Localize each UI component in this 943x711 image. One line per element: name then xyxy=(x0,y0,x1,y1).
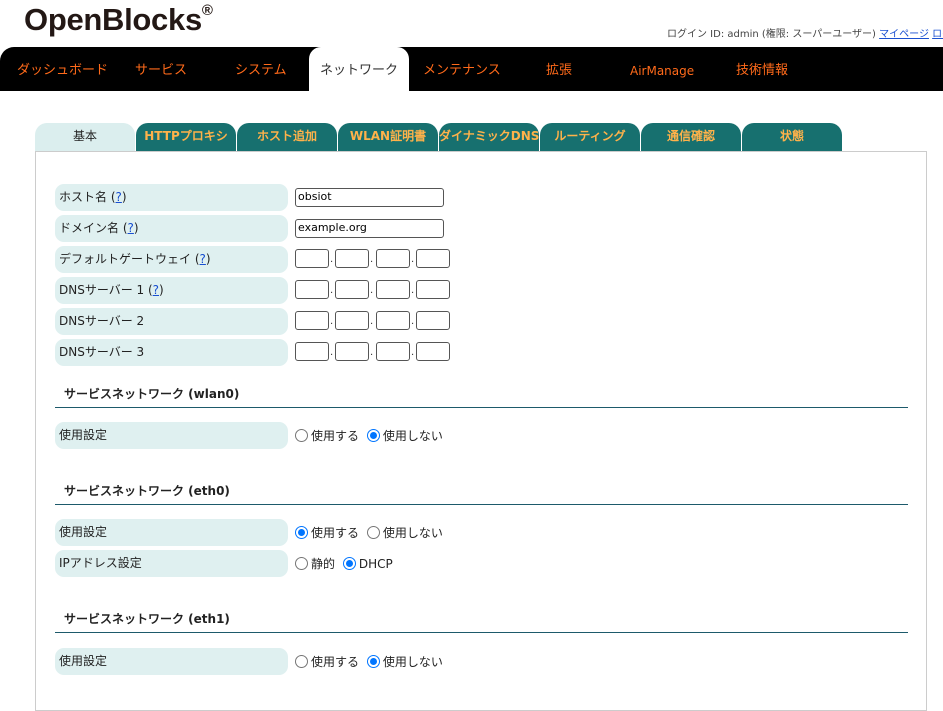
dns3-label: DNSサーバー 3 xyxy=(55,339,288,366)
eth0-use-radio[interactable] xyxy=(295,526,308,539)
subtab-host-add[interactable]: ホスト追加 xyxy=(237,123,337,151)
nav-item-extension[interactable]: 拡張 xyxy=(546,47,572,91)
subtab-http-proxy[interactable]: HTTPプロキシ xyxy=(136,123,236,151)
wlan0-use-label[interactable]: 使用する xyxy=(311,427,359,444)
domain-help-link[interactable]: ? xyxy=(128,221,134,235)
gateway-help-link[interactable]: ? xyxy=(200,252,206,266)
gateway-label: デフォルトゲートウェイ (?) xyxy=(55,246,288,273)
eth0-ip-label: IPアドレス設定 xyxy=(55,550,288,577)
ip-dot: . xyxy=(370,285,374,296)
logout-link[interactable]: ログ xyxy=(932,29,943,40)
wlan0-usage-radios: 使用する 使用しない xyxy=(295,427,447,445)
wlan0-nouse-label[interactable]: 使用しない xyxy=(383,427,443,444)
dns1-label: DNSサーバー 1 (?) xyxy=(55,277,288,304)
logo-text: OpenBlocks xyxy=(24,2,202,37)
dns2-octet-3[interactable] xyxy=(376,311,410,330)
eth0-nouse-radio[interactable] xyxy=(366,526,380,539)
ip-dot: . xyxy=(411,316,415,327)
ip-dot: . xyxy=(330,316,334,327)
gateway-octet-1[interactable] xyxy=(295,249,329,268)
nav-item-airmanage[interactable]: AirManage xyxy=(630,47,694,91)
hostname-label-text: ホスト名 xyxy=(59,190,108,204)
section-title-eth0: サービスネットワーク (eth0) xyxy=(55,478,908,505)
dns3-octet-4[interactable] xyxy=(416,342,450,361)
dns3-octet-1[interactable] xyxy=(295,342,329,361)
eth1-use-label[interactable]: 使用する xyxy=(311,653,359,670)
eth0-ip-radios: 静的 DHCP xyxy=(295,555,397,573)
ip-dot: . xyxy=(330,254,334,265)
section-title-eth1: サービスネットワーク (eth1) xyxy=(55,606,908,633)
subtab-routing[interactable]: ルーティング xyxy=(540,123,640,151)
domain-input[interactable]: example.org xyxy=(295,219,444,238)
nav-item-tech-info[interactable]: 技術情報 xyxy=(736,47,788,91)
dns2-octet-4[interactable] xyxy=(416,311,450,330)
dns1-octet-4[interactable] xyxy=(416,280,450,299)
login-info: ログイン ID: admin (権限: スーパーユーザー) マイページ ログ xyxy=(667,25,943,40)
dns2-octet-2[interactable] xyxy=(335,311,369,330)
login-user-text: ログイン ID: admin (権限: スーパーユーザー) xyxy=(667,29,876,40)
nav-item-service[interactable]: サービス xyxy=(135,47,187,91)
section-title-wlan0: サービスネットワーク (wlan0) xyxy=(55,381,908,408)
eth0-usage-label: 使用設定 xyxy=(55,519,288,546)
ip-dot: . xyxy=(370,347,374,358)
hostname-help-link[interactable]: ? xyxy=(116,190,122,204)
ip-dot: . xyxy=(370,254,374,265)
nav-item-maintenance[interactable]: メンテナンス xyxy=(423,47,501,91)
eth1-usage-radios: 使用する 使用しない xyxy=(295,653,447,671)
eth0-static-radio[interactable] xyxy=(295,557,308,570)
dns3-octet-2[interactable] xyxy=(335,342,369,361)
eth1-nouse-radio[interactable] xyxy=(366,655,380,668)
main-nav: ダッシュボード サービス システム ネットワーク メンテナンス 拡張 AirMa… xyxy=(0,47,943,91)
subtab-wlan-cert[interactable]: WLAN証明書 xyxy=(338,123,438,151)
hostname-input[interactable]: obsiot xyxy=(295,188,444,207)
dns2-label: DNSサーバー 2 xyxy=(55,308,288,335)
dns1-octet-1[interactable] xyxy=(295,280,329,299)
dns2-octet-1[interactable] xyxy=(295,311,329,330)
dns1-octet-2[interactable] xyxy=(335,280,369,299)
nav-item-system[interactable]: システム xyxy=(235,47,287,91)
wlan0-usage-label: 使用設定 xyxy=(55,422,288,449)
gateway-octet-4[interactable] xyxy=(416,249,450,268)
ip-dot: . xyxy=(411,254,415,265)
domain-label-text: ドメイン名 xyxy=(59,221,120,235)
subtab-status[interactable]: 状態 xyxy=(742,123,842,151)
eth0-nouse-label[interactable]: 使用しない xyxy=(383,524,443,541)
subtab-dynamic-dns[interactable]: ダイナミックDNS xyxy=(439,123,539,151)
eth1-nouse-label[interactable]: 使用しない xyxy=(383,653,443,670)
dns1-octet-3[interactable] xyxy=(376,280,410,299)
ip-dot: . xyxy=(411,347,415,358)
eth0-usage-radios: 使用する 使用しない xyxy=(295,524,447,542)
eth0-use-label[interactable]: 使用する xyxy=(311,524,359,541)
eth0-static-label[interactable]: 静的 xyxy=(311,555,335,572)
gateway-label-text: デフォルトゲートウェイ xyxy=(59,252,192,266)
eth1-use-radio[interactable] xyxy=(295,655,308,668)
subtab-basic[interactable]: 基本 xyxy=(35,123,135,151)
gateway-octet-3[interactable] xyxy=(376,249,410,268)
gateway-octet-2[interactable] xyxy=(335,249,369,268)
ip-dot: . xyxy=(370,316,374,327)
dns1-help-link[interactable]: ? xyxy=(153,283,159,297)
ip-dot: . xyxy=(330,285,334,296)
eth1-usage-label: 使用設定 xyxy=(55,648,288,675)
hostname-label: ホスト名 (?) xyxy=(55,184,288,211)
ip-dot: . xyxy=(330,347,334,358)
nav-item-network[interactable]: ネットワーク xyxy=(309,47,409,91)
subtab-connectivity-check[interactable]: 通信確認 xyxy=(641,123,741,151)
dns3-octet-3[interactable] xyxy=(376,342,410,361)
eth0-dhcp-radio[interactable] xyxy=(342,557,356,570)
wlan0-nouse-radio[interactable] xyxy=(366,429,380,442)
eth0-dhcp-label[interactable]: DHCP xyxy=(359,557,393,571)
domain-label: ドメイン名 (?) xyxy=(55,215,288,242)
dns1-label-text: DNSサーバー 1 xyxy=(59,283,145,297)
wlan0-use-radio[interactable] xyxy=(295,429,308,442)
logo-registered-mark: ® xyxy=(201,1,213,19)
openblocks-logo: OpenBlocks® xyxy=(24,2,213,38)
mypage-link[interactable]: マイページ xyxy=(879,29,929,40)
nav-item-dashboard[interactable]: ダッシュボード xyxy=(17,47,108,91)
ip-dot: . xyxy=(411,285,415,296)
